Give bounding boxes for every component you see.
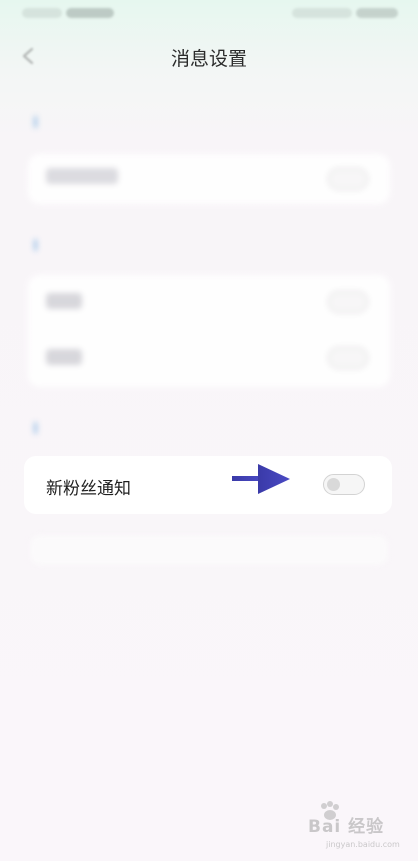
status-time (22, 8, 62, 18)
toggle-switch[interactable] (328, 291, 368, 313)
toggle-switch[interactable] (328, 347, 368, 369)
settings-row[interactable] (28, 154, 390, 204)
baidu-jingyan-watermark: Bai 经验 jingyan.baidu.com (280, 801, 400, 849)
section-header (34, 114, 104, 128)
settings-card (28, 275, 390, 387)
settings-card (28, 154, 390, 204)
toggle-switch[interactable] (328, 168, 368, 190)
new-fans-notification-toggle[interactable] (323, 474, 365, 495)
status-signal-icons (292, 8, 352, 18)
section-header (34, 420, 104, 434)
settings-row[interactable] (28, 331, 390, 387)
status-indicators (66, 8, 114, 18)
new-fans-notification-label: 新粉丝通知 (46, 479, 131, 499)
row-label-placeholder (46, 168, 118, 184)
toggle-knob (327, 478, 340, 491)
battery-icon (356, 8, 398, 18)
status-bar (0, 0, 418, 26)
watermark-url: jingyan.baidu.com (326, 840, 400, 849)
watermark-brand: Bai 经验 (308, 817, 385, 837)
right-arrow-icon (232, 464, 290, 494)
navigation-bar: 消息设置 (0, 34, 418, 78)
row-label-placeholder (46, 349, 82, 365)
row-label-placeholder (46, 293, 82, 309)
new-fans-notification-row[interactable]: 新粉丝通知 (24, 456, 392, 514)
section-header (34, 237, 120, 251)
page-title: 消息设置 (170, 48, 247, 70)
blurred-placeholder-card (30, 535, 388, 565)
settings-row[interactable] (28, 275, 390, 331)
